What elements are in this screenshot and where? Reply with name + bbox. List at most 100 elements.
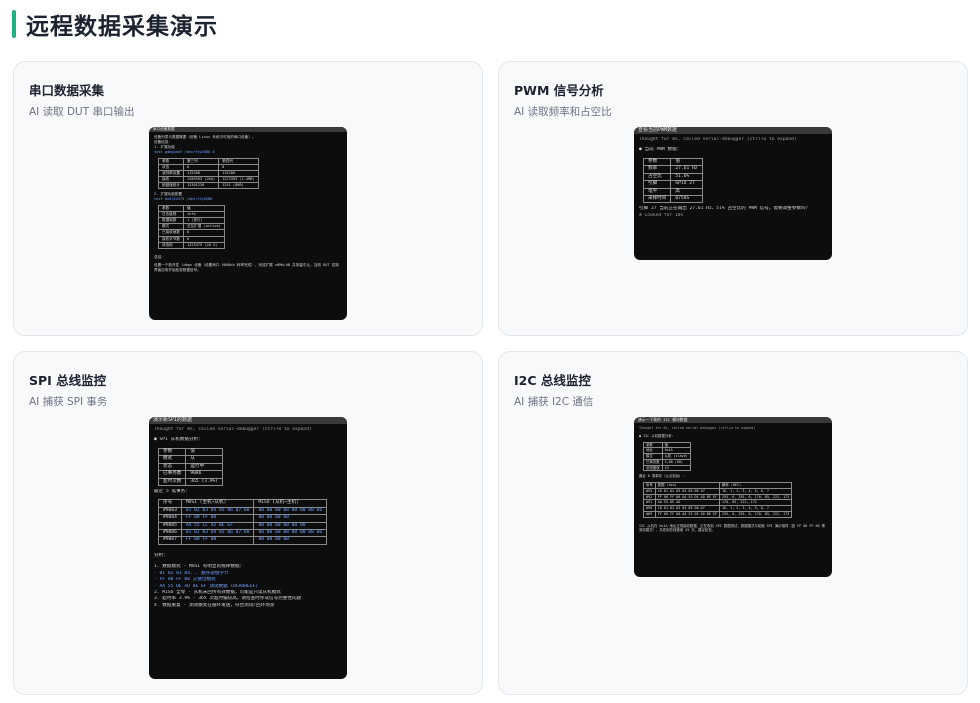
- card-subtitle: AI 读取 DUT 串口输出: [29, 106, 135, 118]
- table-cell: 已接收帧数: [158, 229, 184, 237]
- card-title: I2C 总线监控: [514, 373, 591, 388]
- table-row: 频率 27.61 Hz: [642, 165, 703, 174]
- table-row: #9085 AA 55 CC 42 BE EF 00 00 00 00 00 00: [158, 521, 328, 531]
- table-cell: 00 00 00 00: [253, 514, 328, 523]
- table-cell: 运行中: [185, 462, 224, 472]
- terminal-line: 最近 6 笔事务（从近到远）：: [639, 474, 686, 479]
- table-row: 超时次数 365 (3.9%): [157, 477, 224, 486]
- serial-table-1: 参数 第三列 第四列 状态 0 0 波特率设置 115200 115200 接收 120939…: [158, 158, 259, 190]
- card-subtitle: AI 捕获 I2C 通信: [514, 396, 594, 408]
- card-spi-monitor: SPI 总线监控 AI 捕获 SPI 事务 演示新SPI的数据 Thought …: [13, 351, 483, 695]
- table-cell: MOSI (主机→从机): [180, 499, 255, 508]
- card-title: 串口数据采集: [29, 83, 105, 98]
- table-cell: 00 00 00 00 00 00 00 00: [253, 529, 328, 538]
- table-cell: #89: [643, 510, 656, 518]
- table-row: 引脚 GPIO 27: [642, 180, 703, 189]
- table-cell: 01 02 03 04 05 06 07 08: [180, 506, 255, 516]
- terminal-tab: 演示新SPI的数据: [149, 417, 347, 424]
- page-header: 远程数据采集演示: [12, 8, 218, 40]
- table-cell: 值: [670, 157, 703, 167]
- pwm-terminal-screenshot: 查看当前PWM数据 Thought for 8s, called serial-…: [634, 127, 832, 260]
- table-cell: 255, 0, 255, 0, 170, 85, 222, 173: [718, 493, 793, 501]
- page-title: 远程数据采集演示: [26, 14, 218, 40]
- table-cell: 00 00 00 00 00 00 00 00: [253, 506, 328, 516]
- table-row: 模式 从机 (slave): [643, 453, 691, 460]
- table-cell: 交互扩展 (active): [182, 223, 225, 231]
- table-row: 参数值: [642, 157, 703, 167]
- terminal-tab: 查看当前PWM数据: [634, 127, 832, 134]
- table-cell: 采样时间: [642, 194, 672, 204]
- table-row: #9083 01 02 03 04 05 06 07 08 00 00 00 00 …: [158, 506, 328, 516]
- table-cell: 365 (3.9%): [185, 477, 224, 486]
- table-cell: 超时次数: [157, 477, 187, 486]
- table-row: #9086 01 02 03 04 05 06 07 08 00 00 00 00 …: [158, 529, 328, 538]
- spi-terminal-screenshot: 演示新SPI的数据 Thought for 8s, called serial-…: [149, 417, 347, 679]
- table-cell: FF 00 FF 00 AA 55 DE AD BE EF: [654, 510, 720, 518]
- table-cell: 高: [670, 187, 703, 196]
- terminal-line: 设置一个新开发 ldbgx 设备（设置串口 9600kb 码率完成），完成扩展 …: [154, 262, 339, 272]
- table-cell: 总线错误: [643, 464, 663, 472]
- card-subtitle: AI 捕获 SPI 事务: [29, 396, 108, 408]
- table-row: 占空比 51.6%: [642, 172, 703, 182]
- terminal-line: 总结：: [154, 254, 165, 259]
- pwm-table: 参数值 频率 27.61 Hz 占空比 51.6% 引脚 GPIO 27 电平高 采样…: [642, 157, 703, 204]
- table-cell: 值: [185, 447, 224, 457]
- table-cell: 01 02 03 04 05 06 07 08: [180, 529, 255, 538]
- table-cell: 状态码: [158, 241, 184, 249]
- table-cell: 1209393 (2Kb): [182, 176, 220, 184]
- table-row: #9084 FF 00 FF 00 00 00 00 00: [158, 514, 328, 523]
- table-row: #89 FF 00 FF 00 AA 55 DE AD BE EF 255, 0, …: [643, 510, 793, 518]
- table-cell: 27.61 Hz: [670, 165, 703, 174]
- table-cell: #9083: [158, 506, 182, 516]
- terminal-line: ✻ Cooked for 10s: [639, 212, 684, 218]
- terminal-line: 引脚 27 当前正在输出 27.61 Hz、51% 占空比的 PWM 信号。需要…: [639, 206, 811, 212]
- terminal-thought-line: Thought for 6s, called serial-debugger (…: [639, 426, 756, 430]
- table-cell: #9084: [158, 514, 182, 523]
- card-serial-capture: 串口数据采集 AI 读取 DUT 串口输出 串口设备数据 设备列表与数据概要（设…: [13, 61, 483, 336]
- terminal-heading: ● 当前 PWM 数据：: [639, 147, 682, 153]
- table-row: 状态 运行中: [157, 462, 224, 472]
- spi-transactions-table: 序号 MOSI (主机→从机) MISO (从机→主机) #9083 01 02 03…: [158, 499, 328, 545]
- table-cell: 接收字节数: [158, 235, 184, 243]
- table-cell: FF 00 FF 00: [180, 536, 255, 545]
- table-cell: 已事务数: [643, 458, 663, 466]
- table-cell: #9085: [158, 521, 182, 531]
- i2c-status-table: 参数值 地址 0x1A 模式 从机 (slave) 已事务数 5,88 (88) 总线…: [643, 441, 691, 472]
- spi-status-table: 参数值 模式从 状态 运行中 已事务数 9086 超时次数 365 (3.9%): [157, 447, 224, 486]
- table-cell: 帧错误统计: [158, 182, 184, 190]
- title-accent-bar: [12, 10, 16, 38]
- table-cell: 1323379 (28.3): [182, 241, 225, 249]
- card-subtitle: AI 读取频率和占空比: [514, 106, 612, 118]
- table-cell: 电平: [642, 187, 672, 196]
- table-cell: 0758S: [670, 194, 703, 204]
- table-cell: 255, 0, 255, 0, 170, 85, 222, 173: [718, 510, 793, 518]
- table-cell: #9086: [158, 529, 182, 538]
- table-cell: 43: [661, 464, 691, 472]
- table-cell: 1231 (8KB): [218, 182, 259, 190]
- terminal-thought-line: Thought for 8s, called serial-debugger (…: [154, 427, 312, 432]
- table-cell: 占空比: [642, 172, 672, 182]
- terminal-line: I2C 从机在 0x1A 地址正常接收数据，正在收到 SPI 数据测试、数据模式…: [639, 523, 826, 533]
- table-cell: 频率: [642, 165, 672, 174]
- i2c-transactions-table: 序号 数据 (hex) 解析 (DEC) #93 16 01 02 03 04 05 …: [643, 482, 793, 518]
- serial-table-2: 参数值 日志级别 info 数据帧数 1 (多行) 模式 交互扩展 (active) …: [158, 205, 225, 249]
- table-cell: 序号: [158, 499, 182, 508]
- table-cell: 12301230: [182, 182, 220, 190]
- table-cell: 已事务数: [157, 470, 187, 479]
- table-cell: 模式: [157, 455, 187, 464]
- terminal-line: 分析：: [154, 552, 168, 558]
- table-cell: MISO (从机→主机): [253, 499, 328, 508]
- table-row: 已事务数 9086: [157, 470, 224, 479]
- terminal-line: test gdbgpadf /dev/ttyUSB0 0: [154, 150, 215, 155]
- table-cell: GPIO 27: [670, 180, 703, 189]
- terminal-line: 4. 数据重复 - 测试模式在循环发送，符合测试/回环场景: [154, 602, 275, 608]
- serial-terminal-screenshot: 串口设备数据 设备列表与数据概要（设备 Linux 系统中可用的串口设备）。 设…: [149, 127, 347, 320]
- terminal-heading: ● SPI 从机数据分析：: [154, 437, 203, 443]
- terminal-line: test 0x0154475 /dev/ttyUSB0: [154, 197, 213, 202]
- card-title: SPI 总线监控: [29, 373, 107, 388]
- table-cell: 00 00 00 00 00 00: [253, 521, 328, 531]
- terminal-line: 最近 5 笔事务：: [154, 488, 190, 494]
- table-row: 采样时间 0758S: [642, 194, 703, 204]
- table-cell: 从机 (slave): [661, 453, 691, 460]
- table-row: 序号 MOSI (主机→从机) MISO (从机→主机): [158, 499, 328, 508]
